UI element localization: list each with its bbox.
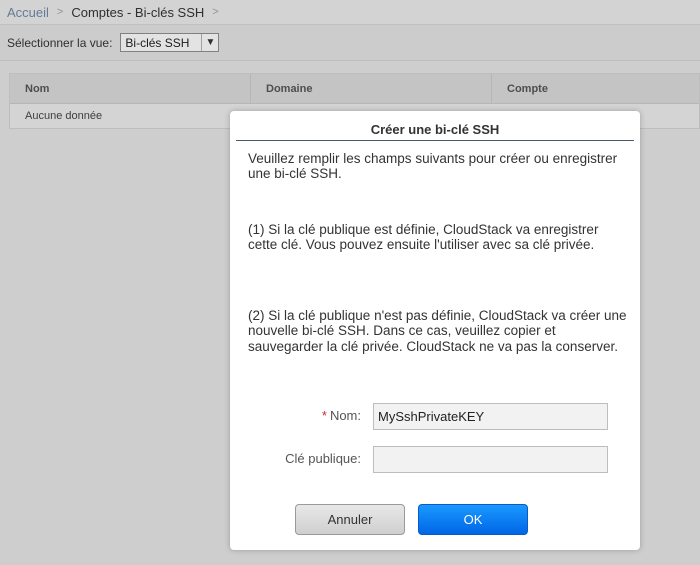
cancel-button[interactable]: Annuler (295, 504, 405, 535)
name-input[interactable]: MySshPrivateKEY (373, 403, 608, 430)
public-key-input[interactable] (373, 446, 608, 473)
public-key-field-label: Clé publique: (285, 451, 361, 466)
dialog-intro-text: Veuillez remplir les champs suivants pou… (248, 151, 618, 182)
name-input-value: MySshPrivateKEY (378, 409, 485, 424)
create-ssh-keypair-dialog: Créer une bi-clé SSH Veuillez remplir le… (230, 111, 640, 550)
required-marker: * (321, 408, 327, 423)
dialog-info-text-1: (1) Si la clé publique est définie, Clou… (248, 222, 599, 253)
name-label-text: Nom: (329, 408, 361, 423)
dialog-title: Créer une bi-clé SSH (236, 119, 634, 141)
ok-button[interactable]: OK (418, 504, 528, 535)
name-field-label: * Nom: (241, 408, 361, 423)
dialog-info-text-2: (2) Si la clé publique n'est pas définie… (248, 308, 627, 354)
